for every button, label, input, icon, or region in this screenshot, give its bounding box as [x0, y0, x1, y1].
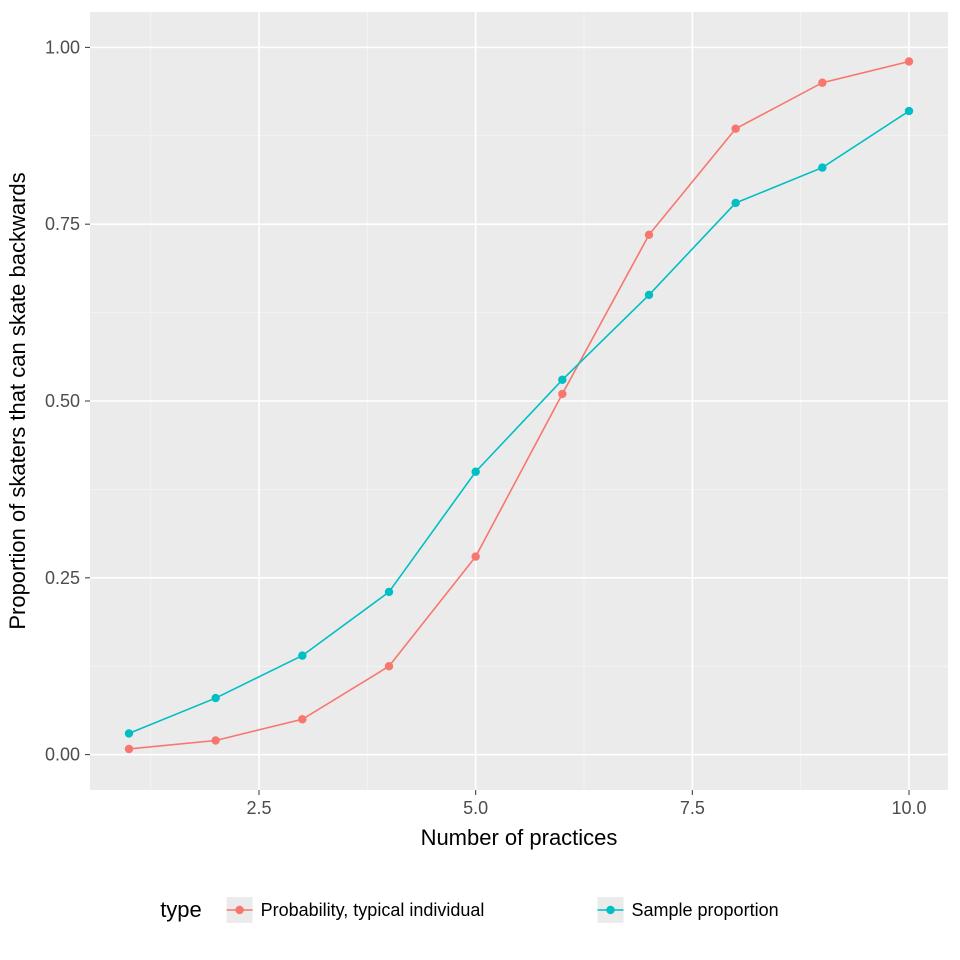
- legend-key-point: [235, 906, 243, 914]
- y-axis-title: Proportion of skaters that can skate bac…: [5, 172, 30, 629]
- series-point-1: [471, 468, 479, 476]
- x-tick-label: 2.5: [246, 798, 271, 818]
- series-point-0: [298, 715, 306, 723]
- y-tick-label: 1.00: [45, 37, 80, 57]
- y-tick-label: 0.75: [45, 214, 80, 234]
- x-tick-label: 5.0: [463, 798, 488, 818]
- series-point-0: [471, 552, 479, 560]
- series-point-1: [125, 729, 133, 737]
- legend: type Probability, typical individual Sampl…: [160, 897, 778, 923]
- legend-key-point: [606, 906, 614, 914]
- series-point-1: [905, 107, 913, 115]
- y-tick-label: 0.50: [45, 391, 80, 411]
- series-point-1: [298, 651, 306, 659]
- chart-container: 2.5 5.0 7.5 10.0 0.00 0.25 0.50 0.75 1.00 Number …: [0, 0, 960, 960]
- legend-label: Probability, typical individual: [261, 900, 485, 920]
- series-point-0: [905, 57, 913, 65]
- legend-item-1: Sample proportion: [598, 897, 779, 923]
- x-tick-label: 7.5: [680, 798, 705, 818]
- series-point-0: [731, 125, 739, 133]
- y-tick-label: 0.25: [45, 568, 80, 588]
- series-point-1: [211, 694, 219, 702]
- series-point-0: [558, 390, 566, 398]
- series-point-1: [818, 163, 826, 171]
- x-tick-label: 10.0: [891, 798, 926, 818]
- series-point-1: [558, 376, 566, 384]
- legend-title: type: [160, 897, 202, 922]
- series-point-1: [645, 291, 653, 299]
- series-point-0: [125, 745, 133, 753]
- series-point-0: [211, 736, 219, 744]
- chart-svg: 2.5 5.0 7.5 10.0 0.00 0.25 0.50 0.75 1.00 Number …: [0, 0, 960, 960]
- series-point-1: [385, 588, 393, 596]
- y-tick-label: 0.00: [45, 745, 80, 765]
- series-point-1: [731, 199, 739, 207]
- series-point-0: [385, 662, 393, 670]
- x-axis-title: Number of practices: [421, 825, 618, 850]
- legend-item-0: Probability, typical individual: [227, 897, 485, 923]
- legend-label: Sample proportion: [632, 900, 779, 920]
- series-point-0: [645, 231, 653, 239]
- series-point-0: [818, 79, 826, 87]
